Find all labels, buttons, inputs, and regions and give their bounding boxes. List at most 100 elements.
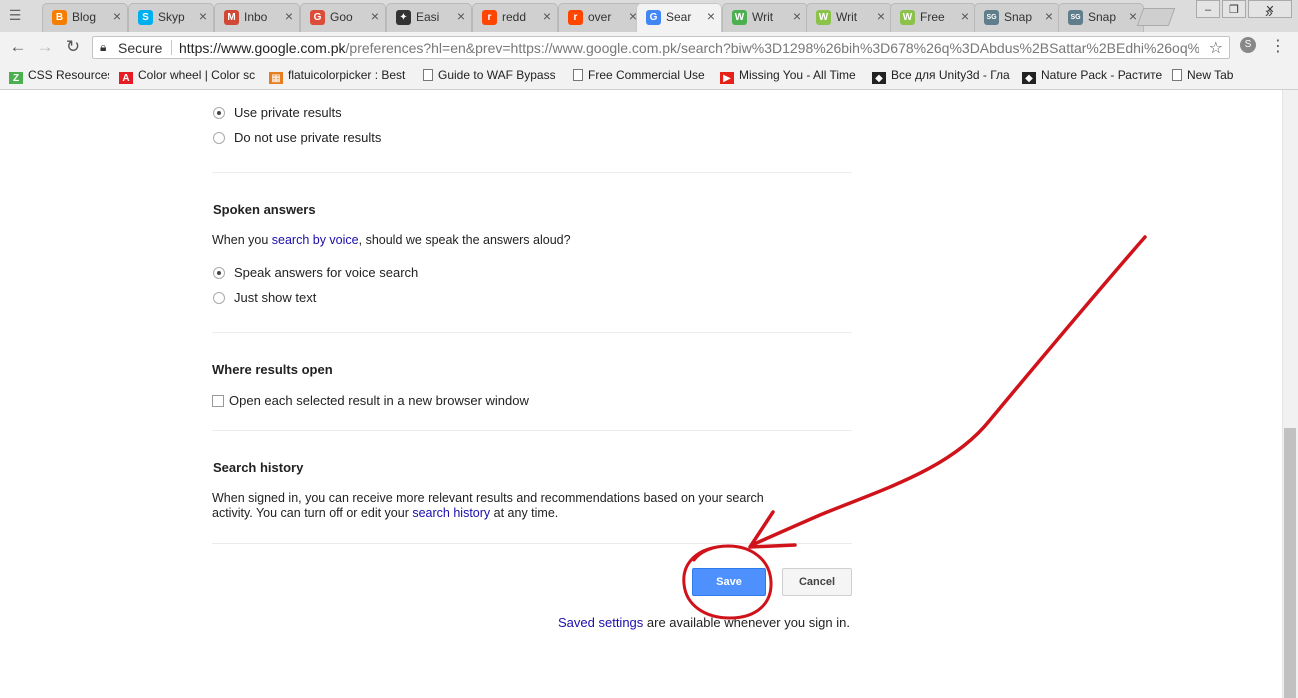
no-private-results-label[interactable]: Do not use private results xyxy=(234,130,381,145)
tab-close-icon[interactable]: × xyxy=(707,8,715,24)
search-history-title: Search history xyxy=(213,460,304,475)
section-divider xyxy=(212,430,852,431)
save-button[interactable]: Save xyxy=(692,568,766,596)
tab-close-icon[interactable]: × xyxy=(113,8,121,24)
bookmark-label: Guide to WAF Bypass xyxy=(438,68,555,82)
new-window-checkbox[interactable] xyxy=(212,395,224,407)
tab[interactable]: SG Snap × xyxy=(1058,3,1144,32)
just-show-text-radio[interactable] xyxy=(213,292,225,304)
tab-close-icon[interactable]: × xyxy=(371,8,379,24)
google-plus-icon: G xyxy=(310,10,325,25)
tab[interactable]: B Blog × xyxy=(42,3,128,32)
tab-title: redd xyxy=(502,10,527,24)
tab[interactable]: S Skyp × xyxy=(128,3,214,32)
use-private-results-label[interactable]: Use private results xyxy=(234,105,342,120)
bookmark-item[interactable]: ◆ Nature Pack - Растите xyxy=(1022,68,1162,84)
history-line-2: activity. You can turn off or edit your … xyxy=(212,506,832,521)
tab-title: Free xyxy=(920,10,945,24)
tab-title: Inbo xyxy=(244,10,268,24)
forward-icon[interactable]: → xyxy=(34,36,56,58)
reddit-icon: r xyxy=(568,10,583,25)
page-icon xyxy=(1172,69,1182,81)
tab[interactable]: ✦ Easi × xyxy=(386,3,472,32)
tab[interactable]: r redd × xyxy=(472,3,558,32)
spoken-answers-question: When you search by voice, should we spea… xyxy=(212,233,571,248)
bookmark-label: New Tab xyxy=(1187,68,1234,82)
url-text: https://www.google.com.pk/preferences?hl… xyxy=(179,40,1199,56)
blogger-icon: B xyxy=(52,10,67,25)
unity-icon: ◆ xyxy=(1022,72,1036,84)
tab[interactable]: M Inbo × xyxy=(214,3,300,32)
saved-settings-link[interactable]: Saved settings xyxy=(558,615,643,630)
cancel-button[interactable]: Cancel xyxy=(782,568,852,596)
menu-kebab-icon[interactable]: ⋮ xyxy=(1270,36,1286,56)
tab-title: Snap xyxy=(1004,10,1033,24)
bookmark-label: Nature Pack - Растите xyxy=(1041,68,1162,82)
tab[interactable]: W Writ × xyxy=(806,3,892,32)
bookmark-item[interactable]: Free Commercial Use xyxy=(573,68,705,84)
no-private-results-radio[interactable] xyxy=(213,132,225,144)
bookmark-label: Все для Unity3d - Гла xyxy=(891,68,1010,82)
search-by-voice-link[interactable]: search by voice xyxy=(272,233,359,247)
w-icon: W xyxy=(732,10,747,25)
sg-icon: SG xyxy=(1068,10,1083,25)
new-tab-button[interactable] xyxy=(1136,8,1176,26)
speak-answers-radio[interactable] xyxy=(213,267,225,279)
question-pre: When you xyxy=(212,233,272,247)
search-history-link[interactable]: search history xyxy=(412,506,490,520)
back-icon[interactable]: ← xyxy=(7,36,29,58)
address-bar[interactable]: 🔒︎ Secure https://www.google.com.pk/pref… xyxy=(92,36,1230,59)
bookmarks-overflow-icon[interactable]: » xyxy=(1265,4,1273,20)
tab-close-icon[interactable]: × xyxy=(1045,8,1053,24)
extension-icon[interactable]: S xyxy=(1240,37,1256,53)
tab-close-icon[interactable]: × xyxy=(285,8,293,24)
tab-close-icon[interactable]: × xyxy=(543,8,551,24)
section-divider xyxy=(212,332,852,333)
tab-close-icon[interactable]: × xyxy=(457,8,465,24)
scrollbar-thumb[interactable] xyxy=(1284,428,1296,698)
tab-menu-icon[interactable]: ☰ xyxy=(6,6,24,24)
page-icon xyxy=(573,69,583,81)
tab-title: Writ xyxy=(752,10,774,24)
browser-toolbar: ← → ↻ 🔒︎ Secure https://www.google.com.p… xyxy=(0,32,1298,62)
w-icon: W xyxy=(816,10,831,25)
restore-icon[interactable]: ❐ xyxy=(1222,0,1246,18)
bookmark-label: Missing You - All Time xyxy=(739,68,856,82)
bookmark-item[interactable]: ▶ Missing You - All Time xyxy=(720,68,860,84)
just-show-text-label[interactable]: Just show text xyxy=(234,290,316,305)
bookmark-item[interactable]: Guide to WAF Bypass xyxy=(423,68,555,84)
tab[interactable]: G Goo × xyxy=(300,3,386,32)
tab[interactable]: W Free × xyxy=(890,3,976,32)
new-window-label[interactable]: Open each selected result in a new brows… xyxy=(229,393,529,408)
tab[interactable]: r over × xyxy=(558,3,644,32)
use-private-results-radio[interactable] xyxy=(213,107,225,119)
bookmark-item[interactable]: ▦ flatuicolorpicker : Best xyxy=(269,68,409,84)
tab[interactable]: SG Snap × xyxy=(974,3,1060,32)
bookmark-item[interactable]: Z CSS Resources xyxy=(9,68,109,84)
bookmark-star-icon[interactable]: ☆ xyxy=(1209,38,1223,58)
z-icon: Z xyxy=(9,72,23,84)
bookmark-item[interactable]: New Tab xyxy=(1172,68,1244,84)
tab-title: Goo xyxy=(330,10,353,24)
tab[interactable]: G Sear × xyxy=(636,3,722,33)
tab-close-icon[interactable]: × xyxy=(199,8,207,24)
address-separator xyxy=(171,40,172,55)
bookmark-item[interactable]: ◆ Все для Unity3d - Гла xyxy=(872,68,1012,84)
spoken-answers-title: Spoken answers xyxy=(213,202,316,217)
bookmark-item[interactable]: A Color wheel | Color sc xyxy=(119,68,257,84)
speak-answers-label[interactable]: Speak answers for voice search xyxy=(234,265,418,280)
gmail-icon: M xyxy=(224,10,239,25)
runner-icon: ✦ xyxy=(396,10,411,25)
history-post: at any time. xyxy=(490,506,559,520)
reload-icon[interactable]: ↻ xyxy=(62,36,84,58)
tab-close-icon[interactable]: × xyxy=(961,8,969,24)
adobe-icon: A xyxy=(119,72,133,84)
tab-close-icon[interactable]: × xyxy=(793,8,801,24)
tab-close-icon[interactable]: × xyxy=(1129,8,1137,24)
sg-icon: SG xyxy=(984,10,999,25)
tab[interactable]: W Writ × xyxy=(722,3,808,32)
page-icon xyxy=(423,69,433,81)
tab-close-icon[interactable]: × xyxy=(877,8,885,24)
minimize-icon[interactable]: – xyxy=(1196,0,1220,18)
secure-label: Secure xyxy=(118,40,163,56)
